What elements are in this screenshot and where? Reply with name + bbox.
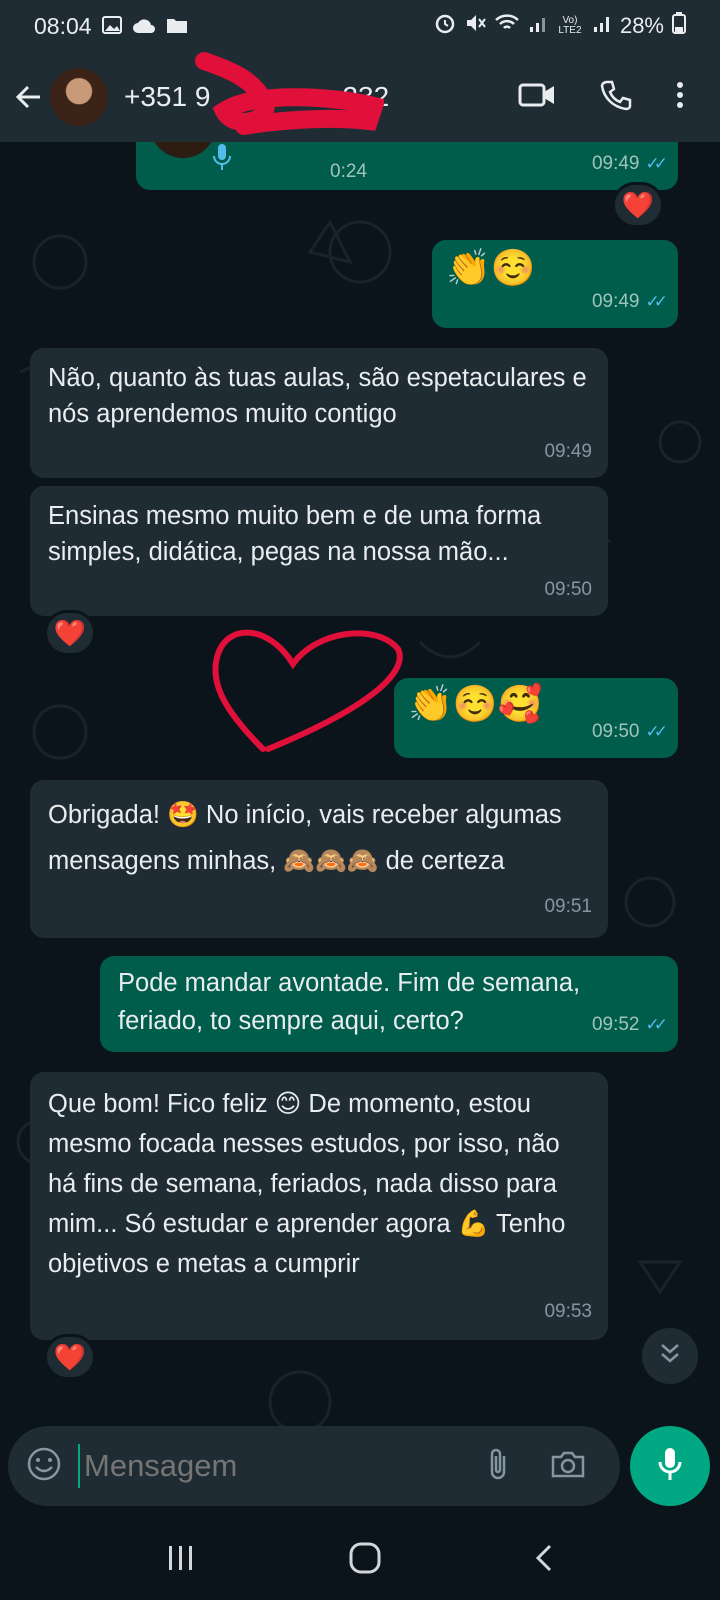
read-ticks-icon: ✓✓ (645, 292, 668, 311)
back-icon[interactable] (534, 1543, 554, 1578)
message-time: 09:52 ✓✓ (592, 1006, 668, 1044)
redaction-scribble (195, 52, 384, 135)
message-text: Obrigada! 🤩 No início, vais receber algu… (48, 801, 562, 875)
contact-name[interactable]: +351 9 232 (124, 52, 389, 135)
message-bubble[interactable]: Que bom! Fico feliz 😊 De momento, estou … (30, 1072, 608, 1340)
system-nav-bar (0, 1520, 720, 1600)
message-text: Pode mandar avontade. Fim de semana, fer… (118, 969, 581, 1035)
more-options-icon[interactable] (676, 81, 684, 114)
double-chevron-down-icon (659, 1341, 681, 1371)
cloud-icon (132, 13, 156, 40)
microphone-icon (657, 1446, 683, 1487)
phone-call-icon[interactable] (600, 79, 632, 116)
gallery-icon (101, 13, 122, 40)
message-bubble[interactable]: 👏☺️ 09:49 ✓✓ (432, 240, 678, 328)
message-text: 👏☺️🥰 (408, 683, 543, 724)
status-bar: 08:04 Vo) LTE2 28% (0, 0, 720, 52)
folder-icon (166, 13, 188, 40)
video-call-icon[interactable] (518, 81, 556, 114)
message-text: 👏☺️ (446, 247, 536, 288)
heart-reaction[interactable]: ❤️ (44, 610, 96, 656)
attach-icon[interactable] (486, 1446, 510, 1487)
chat-header: +351 9 232 (0, 52, 720, 142)
voice-duration: 0:24 (330, 161, 367, 182)
message-time: 09:50 ✓✓ (592, 714, 668, 750)
message-bubble[interactable]: Obrigada! 🤩 No início, vais receber algu… (30, 780, 608, 938)
signal-icon (528, 13, 548, 39)
message-bubble[interactable]: Ensinas mesmo muito bem e de uma forma s… (30, 486, 608, 616)
scroll-to-bottom-button[interactable] (642, 1328, 698, 1384)
message-time: 09:50 (544, 579, 592, 600)
emoji-icon[interactable] (26, 1446, 62, 1487)
status-time: 08:04 (34, 12, 92, 39)
message-time: 09:53 (544, 1301, 592, 1322)
mute-icon (464, 12, 486, 40)
message-time: 09:51 (544, 896, 592, 917)
message-text: Não, quanto às tuas aulas, são espetacul… (48, 364, 587, 428)
message-time: 09:49 ✓✓ (592, 284, 668, 320)
message-bubble[interactable]: 👏☺️🥰 09:50 ✓✓ (394, 678, 678, 758)
read-ticks-icon: ✓✓ (645, 1015, 668, 1034)
message-composer (8, 1426, 620, 1506)
heart-reaction[interactable]: ❤️ (44, 1334, 96, 1380)
message-text: Que bom! Fico feliz 😊 De momento, estou … (48, 1090, 566, 1278)
alarm-icon (434, 12, 456, 40)
message-input[interactable] (78, 1444, 486, 1488)
voice-message[interactable]: 0:24 09:49 ✓✓ (136, 142, 678, 190)
home-icon[interactable] (348, 1541, 382, 1580)
avatar[interactable] (50, 68, 108, 126)
message-time: 09:49 ✓✓ (592, 146, 668, 182)
read-ticks-icon: ✓✓ (645, 154, 668, 173)
network-label: Vo) LTE2 (558, 15, 582, 36)
message-bubble[interactable]: Não, quanto às tuas aulas, são espetacul… (30, 348, 608, 478)
back-arrow-icon[interactable] (14, 83, 44, 111)
battery-icon (672, 12, 686, 40)
message-text: Ensinas mesmo muito bem e de uma forma s… (48, 502, 542, 566)
battery-level: 28% (619, 13, 664, 38)
drawn-heart-annotation (212, 629, 403, 752)
signal-icon-2 (592, 13, 612, 39)
message-time: 09:49 (544, 441, 592, 462)
voice-avatar (150, 142, 216, 158)
microphone-icon (212, 142, 232, 182)
recent-apps-icon[interactable] (166, 1544, 196, 1577)
camera-icon[interactable] (550, 1449, 586, 1484)
wifi-icon (494, 13, 520, 39)
read-ticks-icon: ✓✓ (645, 722, 668, 741)
heart-reaction[interactable]: ❤️ (612, 182, 664, 228)
message-bubble[interactable]: Pode mandar avontade. Fim de semana, fer… (100, 956, 678, 1052)
voice-record-button[interactable] (630, 1426, 710, 1506)
chat-area[interactable]: 0:24 09:49 ✓✓ ❤️ 👏☺️ 09:49 ✓✓ Não, quanto … (0, 142, 720, 1426)
